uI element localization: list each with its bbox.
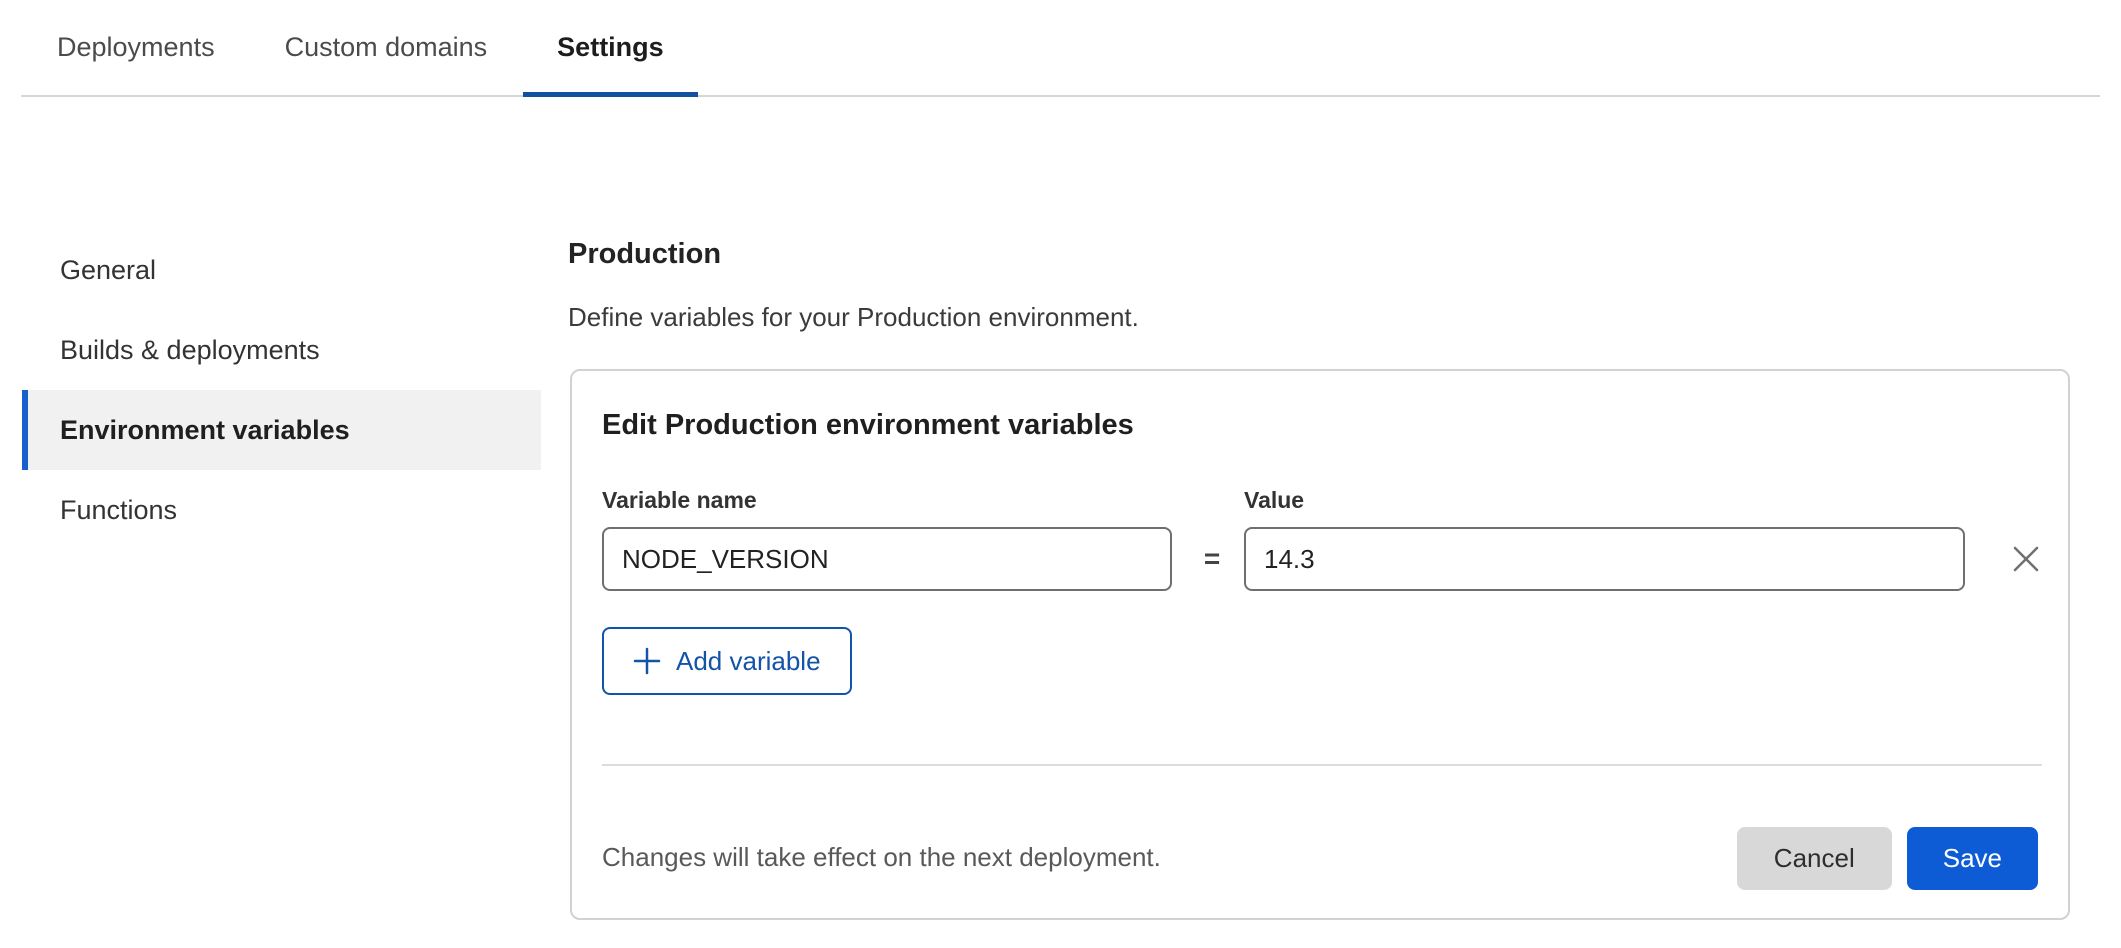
footer-note: Changes will take effect on the next dep… xyxy=(602,842,1161,873)
env-vars-card: Edit Production environment variables Va… xyxy=(570,369,2070,920)
value-label: Value xyxy=(1244,487,1304,514)
variable-name-input[interactable] xyxy=(602,527,1172,591)
remove-variable-button[interactable] xyxy=(2008,541,2044,577)
x-icon xyxy=(2010,543,2042,575)
page-description: Define variables for your Production env… xyxy=(568,302,1139,333)
variable-name-label: Variable name xyxy=(602,487,757,514)
save-button[interactable]: Save xyxy=(1907,827,2038,890)
tab-settings[interactable]: Settings xyxy=(523,0,698,95)
section-header: Production Define variables for your Pro… xyxy=(568,238,1139,333)
footer-actions: Cancel Save xyxy=(1737,827,2038,890)
sidebar-item-builds-deployments[interactable]: Builds & deployments xyxy=(22,310,541,390)
footer-divider xyxy=(602,764,2042,766)
cancel-button[interactable]: Cancel xyxy=(1737,827,1892,890)
tab-deployments[interactable]: Deployments xyxy=(23,0,249,95)
settings-sidebar: General Builds & deployments Environment… xyxy=(22,230,541,550)
add-variable-button[interactable]: Add variable xyxy=(602,627,852,695)
page-title: Production xyxy=(568,238,1139,271)
sidebar-item-environment-variables[interactable]: Environment variables xyxy=(22,390,541,470)
add-variable-label: Add variable xyxy=(676,646,821,677)
plus-icon xyxy=(633,647,661,675)
card-title: Edit Production environment variables xyxy=(602,409,1134,442)
sidebar-item-general[interactable]: General xyxy=(22,230,541,310)
equals-sign: = xyxy=(1190,527,1234,591)
value-input[interactable] xyxy=(1244,527,1965,591)
tab-custom-domains[interactable]: Custom domains xyxy=(251,0,522,95)
project-tabbar: Deployments Custom domains Settings xyxy=(21,0,2100,97)
sidebar-item-functions[interactable]: Functions xyxy=(22,470,541,550)
